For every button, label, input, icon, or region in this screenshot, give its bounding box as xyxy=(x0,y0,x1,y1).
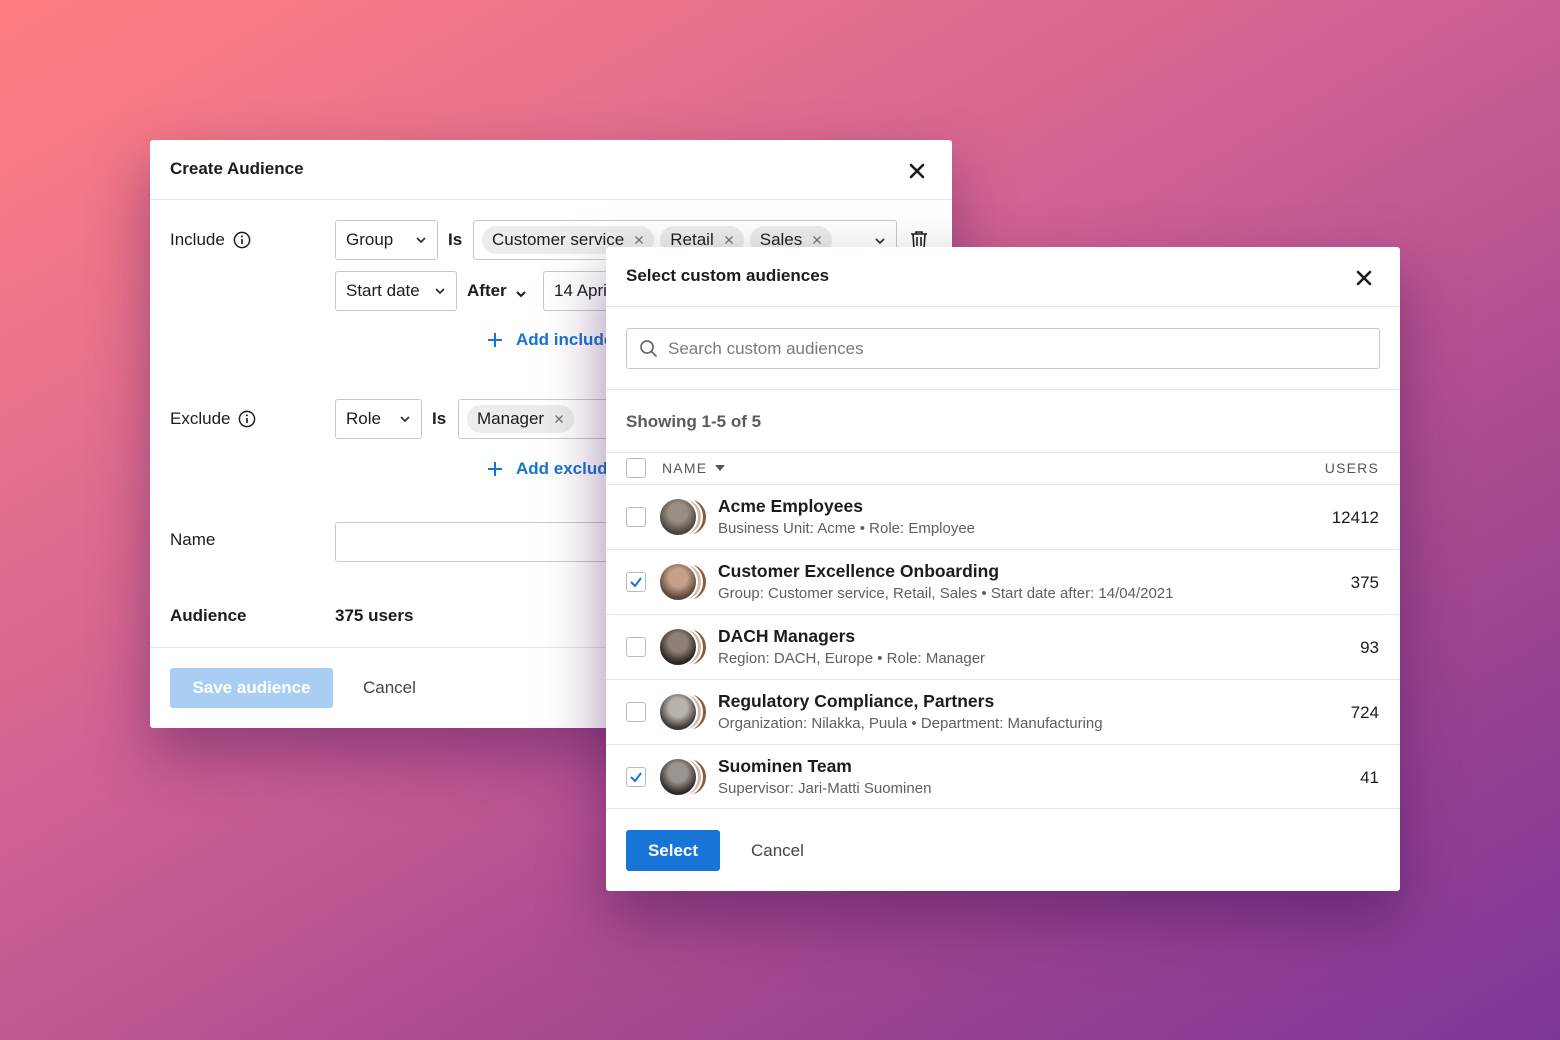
audience-description: Supervisor: Jari-Matti Suominen xyxy=(718,780,932,797)
results-count: Showing 1-5 of 5 xyxy=(626,412,762,431)
audience-row[interactable]: Regulatory Compliance, Partners Organizat… xyxy=(606,679,1400,744)
audience-description: Group: Customer service, Retail, Sales •… xyxy=(718,585,1174,602)
chevron-down-icon xyxy=(415,234,427,246)
remove-chip-icon[interactable] xyxy=(724,235,734,245)
audience-user-count: 724 xyxy=(1350,703,1379,722)
include-field-select-2[interactable]: Start date xyxy=(335,271,457,311)
info-icon[interactable] xyxy=(233,231,251,249)
name-label: Name xyxy=(170,530,216,549)
plus-icon xyxy=(486,460,504,478)
save-audience-button[interactable]: Save audience xyxy=(170,668,333,708)
include-field-value-2: Start date xyxy=(346,281,420,300)
row-checkbox[interactable] xyxy=(626,507,646,527)
table-header: NAME USERS xyxy=(606,452,1400,484)
row-checkbox[interactable] xyxy=(626,572,646,592)
audience-description: Region: DACH, Europe • Role: Manager xyxy=(718,650,986,667)
audience-user-count: 12412 xyxy=(1331,508,1379,527)
users-column-header: USERS xyxy=(1324,460,1379,476)
select-button[interactable]: Select xyxy=(626,830,720,871)
date-value: 14 April xyxy=(554,281,611,300)
audience-count: 375 users xyxy=(335,606,414,625)
avatar xyxy=(658,692,710,734)
row-checkbox[interactable] xyxy=(626,702,646,722)
chevron-down-icon[interactable] xyxy=(874,234,886,246)
remove-chip-icon[interactable] xyxy=(812,235,822,245)
include-operator-2: After xyxy=(467,281,507,300)
search-input[interactable] xyxy=(668,338,1348,359)
select-dialog-title: Select custom audiences xyxy=(626,266,830,285)
include-label-row: Include xyxy=(170,230,251,250)
divider xyxy=(606,389,1400,390)
info-icon[interactable] xyxy=(238,410,256,428)
create-dialog-title: Create Audience xyxy=(170,159,304,178)
audience-row[interactable]: Customer Excellence Onboarding Group: Cus… xyxy=(606,549,1400,614)
exclude-field-select[interactable]: Role xyxy=(335,399,422,439)
remove-chip-icon[interactable] xyxy=(554,414,564,424)
audience-name: Suominen Team xyxy=(718,756,852,776)
plus-icon xyxy=(486,331,504,349)
search-icon xyxy=(639,339,658,358)
remove-chip-icon[interactable] xyxy=(634,235,644,245)
close-icon[interactable] xyxy=(1353,267,1375,289)
close-icon[interactable] xyxy=(906,160,928,182)
name-column-header[interactable]: NAME xyxy=(662,460,726,476)
audience-description: Organization: Nilakka, Puula • Departmen… xyxy=(718,715,1103,732)
include-label: Include xyxy=(170,230,225,249)
cancel-button[interactable]: Cancel xyxy=(363,678,416,698)
name-column-label: NAME xyxy=(662,460,708,476)
audience-name: Customer Excellence Onboarding xyxy=(718,561,1000,581)
chevron-down-icon xyxy=(399,413,411,425)
include-field-value: Group xyxy=(346,230,394,249)
audience-row[interactable]: Suominen Team Supervisor: Jari-Matti Suom… xyxy=(606,744,1400,809)
chevron-down-icon xyxy=(434,285,446,297)
avatar xyxy=(658,757,710,799)
audience-name: Regulatory Compliance, Partners xyxy=(718,691,995,711)
avatar xyxy=(658,562,710,604)
create-dialog-header: Create Audience xyxy=(150,140,952,200)
sort-caret-icon xyxy=(715,465,726,471)
audience-description: Business Unit: Acme • Role: Employee xyxy=(718,520,976,537)
select-audiences-dialog: Select custom audiences Showing 1-5 of 5… xyxy=(606,247,1400,891)
chevron-down-icon xyxy=(515,285,527,298)
row-checkbox[interactable] xyxy=(626,767,646,787)
exclude-field-value: Role xyxy=(346,409,381,428)
avatar xyxy=(658,497,710,539)
exclude-operator: Is xyxy=(432,409,447,428)
select-dialog-header: Select custom audiences xyxy=(606,247,1400,307)
audience-label: Audience xyxy=(170,606,247,625)
operator-dropdown[interactable]: After xyxy=(467,281,527,301)
exclude-values-multiselect[interactable]: Manager xyxy=(458,399,618,439)
cancel-button[interactable]: Cancel xyxy=(751,841,804,861)
audience-user-count: 93 xyxy=(1360,638,1379,657)
name-input[interactable] xyxy=(335,522,635,562)
audience-row[interactable]: DACH Managers Region: DACH, Europe • Role… xyxy=(606,614,1400,679)
include-field-select[interactable]: Group xyxy=(335,220,438,260)
audience-name: DACH Managers xyxy=(718,626,856,646)
audience-user-count: 41 xyxy=(1360,768,1379,787)
include-operator: Is xyxy=(448,230,463,249)
audience-name: Acme Employees xyxy=(718,496,863,516)
exclude-label-row: Exclude xyxy=(170,409,256,429)
search-field[interactable] xyxy=(626,328,1380,369)
row-checkbox[interactable] xyxy=(626,637,646,657)
chip-label: Manager xyxy=(477,409,545,428)
exclude-label: Exclude xyxy=(170,409,231,428)
avatar xyxy=(658,627,710,669)
audience-user-count: 375 xyxy=(1350,573,1379,592)
select-all-checkbox[interactable] xyxy=(626,458,646,478)
value-chip: Manager xyxy=(467,405,575,433)
footer-divider xyxy=(606,808,1400,809)
chip-label: Customer service xyxy=(492,230,625,249)
audience-row[interactable]: Acme Employees Business Unit: Acme • Role… xyxy=(606,484,1400,549)
